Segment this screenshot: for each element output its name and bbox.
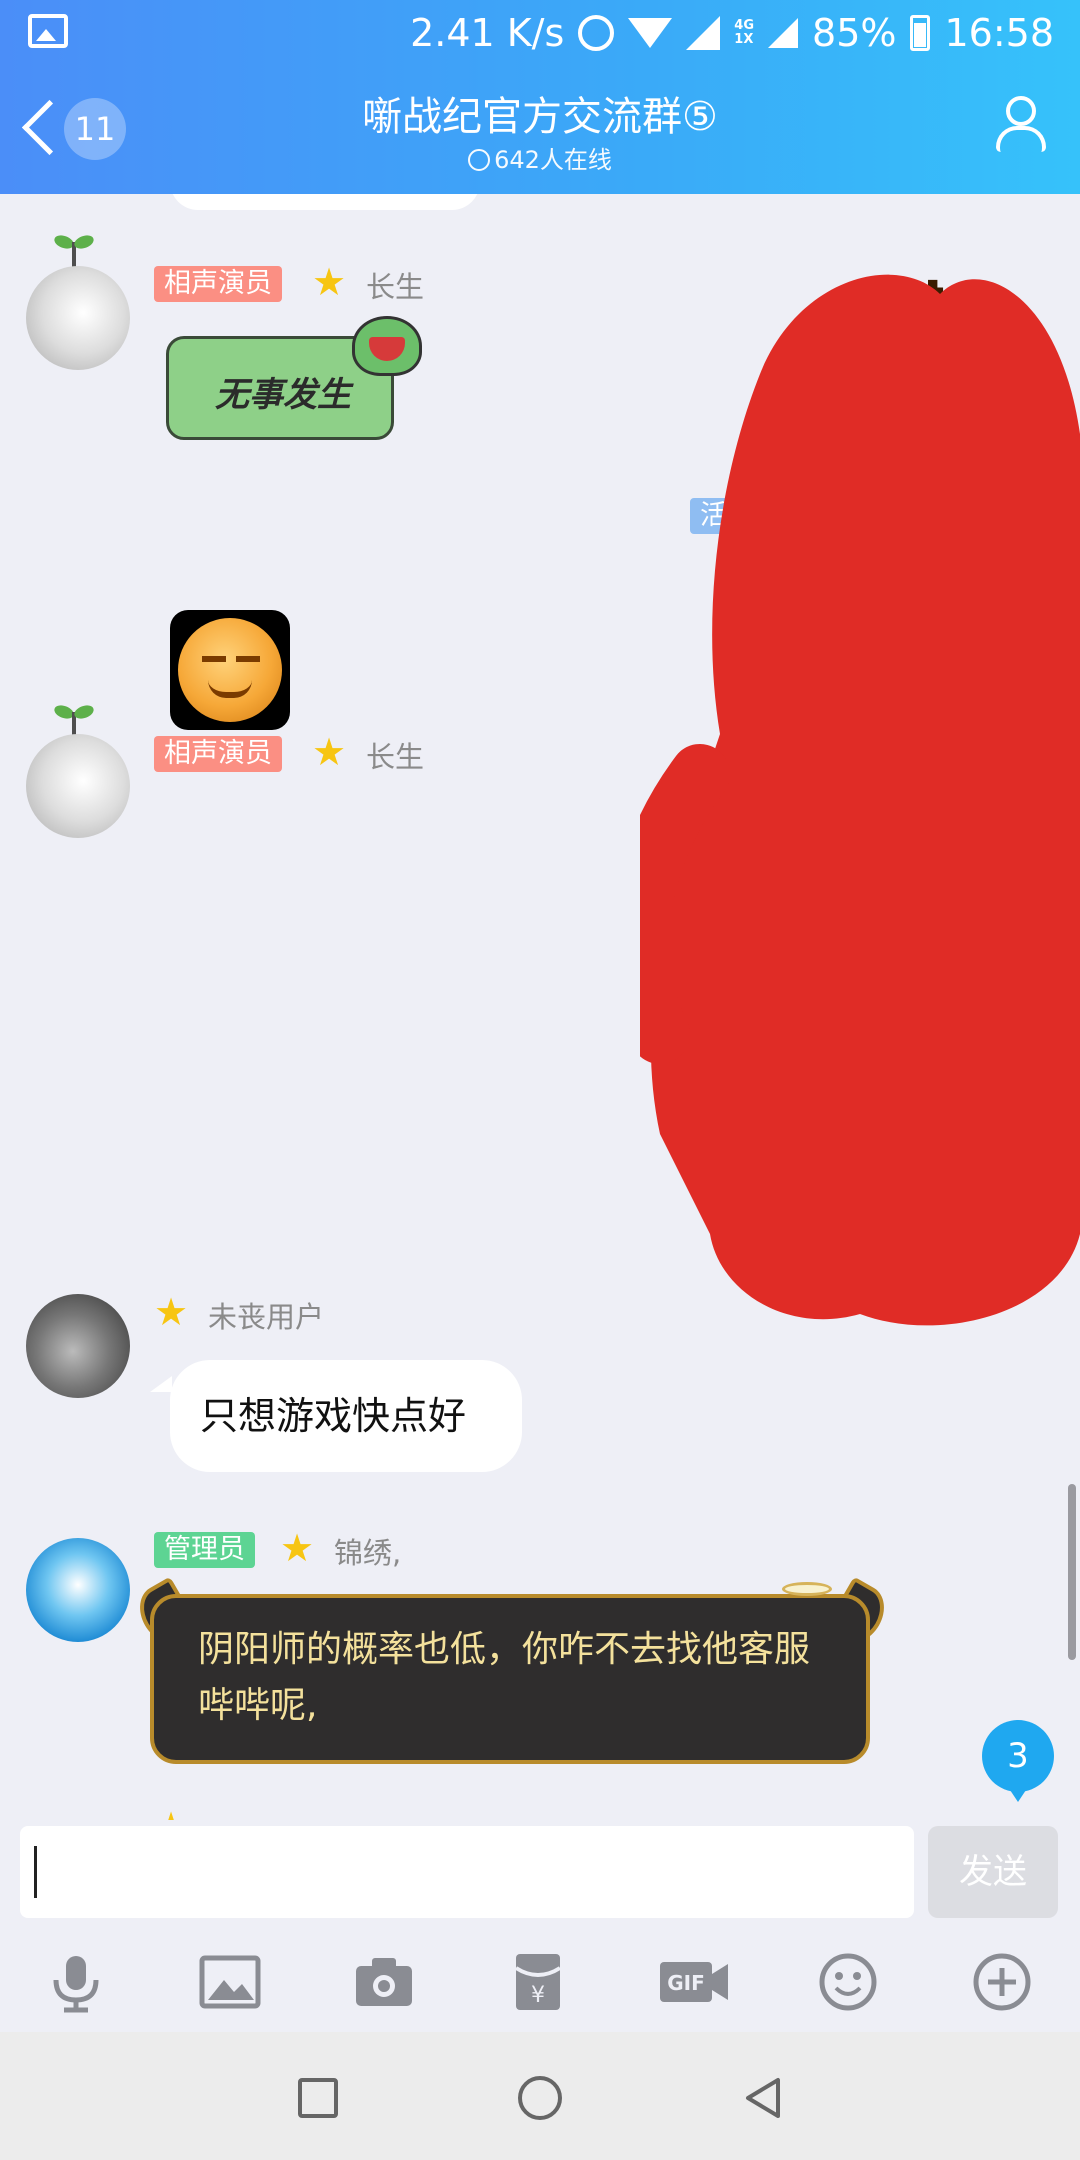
battery-percent: 85% <box>812 11 897 55</box>
star-icon: ★ <box>154 1290 189 1334</box>
emoji-sticker-message[interactable] <box>170 610 290 730</box>
avatar[interactable] <box>26 734 130 838</box>
sender-name[interactable]: 长生 <box>366 734 424 776</box>
sprout-decoration <box>54 236 94 270</box>
wifi-icon <box>628 18 673 48</box>
red-packet-icon[interactable]: ¥ <box>506 1950 570 2014</box>
member-tag: 管理员 <box>154 1532 255 1568</box>
home-button[interactable] <box>518 2076 562 2120</box>
back-nav-button[interactable] <box>742 2076 782 2120</box>
member-tag: 相声演员 <box>154 736 282 772</box>
new-messages-badge[interactable]: 3 <box>982 1720 1054 1802</box>
sticker-message[interactable]: 无事发生 <box>162 316 422 440</box>
group-title: 噺战纪官方交流群⑤ <box>362 94 718 140</box>
send-button[interactable]: 发送 <box>928 1826 1058 1918</box>
text-caret <box>34 1846 37 1898</box>
network-type-label: 4G <box>734 18 755 33</box>
avatar[interactable] <box>26 266 130 370</box>
battery-icon <box>910 15 931 51</box>
microphone-icon[interactable] <box>44 1950 108 2014</box>
star-icon: ★ <box>280 1526 315 1570</box>
smiley-face-icon <box>178 618 282 722</box>
plus-icon[interactable] <box>970 1950 1034 2014</box>
alarm-icon <box>578 15 615 51</box>
message-text: 阴阳师的概率也低，你咋不去找他客服哔哔呢, <box>198 1629 811 1726</box>
system-nav-bar <box>0 2032 1080 2160</box>
crocodile-icon <box>352 316 422 376</box>
status-bar: 2.41 K/s 4G 1X 85% 16:58 <box>0 0 1080 66</box>
online-icon <box>468 149 491 171</box>
avatar[interactable] <box>26 1538 130 1642</box>
message-input[interactable] <box>20 1826 914 1918</box>
group-members-button[interactable] <box>990 94 1054 158</box>
message-bubble[interactable]: 阴阳师的概率也低，你咋不去找他客服哔哔呢, <box>150 1582 870 1764</box>
network-speed: 2.41 K/s <box>410 11 565 55</box>
online-count-text: 642人在线 <box>494 146 612 174</box>
sender-name[interactable]: 未丧用户 <box>208 1294 324 1336</box>
star-icon: ★ <box>154 1806 194 1820</box>
emoji-icon[interactable] <box>816 1950 880 2014</box>
signal-icon-2 <box>768 18 799 48</box>
halo-decoration <box>782 1582 832 1596</box>
input-toolbar: ¥ GIF <box>0 1930 1080 2030</box>
message-bubble[interactable]: 只想游戏快点好 <box>170 1360 522 1472</box>
signal-icon <box>686 16 721 50</box>
redaction-scribble: 怼 <box>640 275 1080 1326</box>
camera-icon[interactable] <box>352 1950 416 2014</box>
chat-header: 11 噺战纪官方交流群⑤ 642人在线 <box>0 66 1080 194</box>
recents-button[interactable] <box>298 2078 338 2118</box>
online-count: 642人在线 <box>0 140 1080 175</box>
top-bar: 2.41 K/s 4G 1X 85% 16:58 11 噺战纪官方交流群⑤ 64… <box>0 0 1080 194</box>
sender-name[interactable]: 锦绣, <box>334 1530 401 1572</box>
previous-message-bubble[interactable] <box>170 194 480 210</box>
svg-text:GIF: GIF <box>667 1971 705 1995</box>
gallery-notification-icon <box>28 14 68 48</box>
star-icon: ★ <box>312 730 347 774</box>
chat-messages[interactable]: 相声演员 ★ 长生 无事发生 活跃 ★ 相声演员 ★ 长生 怼 ★ 未丧用户 只… <box>0 194 1080 1820</box>
svg-text:¥: ¥ <box>531 1983 545 2008</box>
star-icon: ★ <box>312 260 347 304</box>
sticker-text: 无事发生 <box>215 375 351 415</box>
clock: 16:58 <box>944 11 1054 55</box>
gif-icon[interactable]: GIF <box>658 1950 730 2014</box>
avatar[interactable] <box>26 1294 130 1398</box>
composer: 发送 <box>0 1820 1080 1918</box>
members-icon <box>1006 96 1036 126</box>
image-icon[interactable] <box>198 1950 262 2014</box>
sender-name[interactable]: 长生 <box>366 264 424 306</box>
member-tag: 相声演员 <box>154 266 282 302</box>
network-type-label-2: 1X <box>734 32 754 47</box>
scrollbar[interactable] <box>1068 1484 1076 1660</box>
